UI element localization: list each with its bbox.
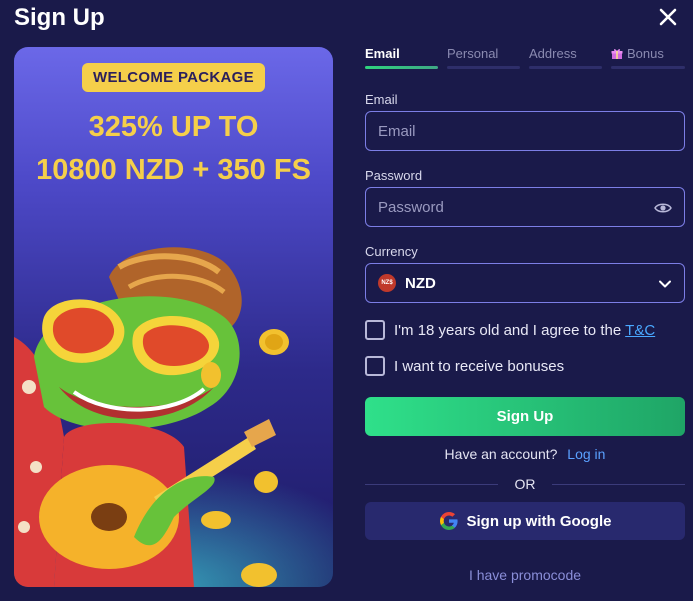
welcome-promo-panel: WELCOME PACKAGE 325% UP TO 10800 NZD + 3… [14, 47, 333, 587]
google-signup-button[interactable]: Sign up with Google [365, 502, 685, 540]
email-input[interactable] [378, 122, 638, 140]
or-divider: OR [365, 476, 685, 492]
sign-up-button[interactable]: Sign Up [365, 397, 685, 436]
modal-title: Sign Up [14, 4, 105, 31]
frog-guitar-illustration [14, 247, 333, 587]
receive-bonuses-checkbox[interactable] [365, 356, 385, 376]
login-link[interactable]: Log in [567, 446, 605, 462]
terms-link[interactable]: T&C [625, 322, 655, 339]
currency-select[interactable]: NZ$ NZD [365, 263, 685, 303]
password-field [365, 187, 685, 227]
email-field [365, 111, 685, 151]
chevron-down-icon [659, 280, 671, 288]
currency-label: Currency [365, 244, 418, 259]
tab-bonus-progress [611, 66, 685, 69]
promo-headline-line2: 10800 NZD + 350 FS [36, 154, 311, 186]
email-label: Email [365, 92, 398, 107]
registration-steps-tabs: Email Personal Address Bonus [365, 46, 685, 72]
have-account-row: Have an account? Log in [365, 446, 685, 462]
have-account-text: Have an account? [444, 446, 558, 462]
promo-headline-line1: 325% UP TO [88, 111, 259, 143]
google-logo-icon [439, 512, 458, 530]
gift-icon [611, 48, 623, 59]
tab-personal-progress [447, 66, 520, 69]
tab-address-progress [529, 66, 602, 69]
tab-personal[interactable]: Personal [447, 46, 498, 61]
nzd-flag-icon: NZ$ [378, 274, 396, 292]
age-terms-checkbox-row: I'm 18 years old and I agree to the T&C [365, 320, 655, 340]
tab-address[interactable]: Address [529, 46, 577, 61]
divider-line-right [552, 484, 685, 485]
age-terms-text: I'm 18 years old and I agree to the [394, 321, 622, 339]
receive-bonuses-text: I want to receive bonuses [394, 357, 565, 375]
bonus-checkbox-row: I want to receive bonuses [365, 356, 564, 376]
google-signup-label: Sign up with Google [466, 512, 612, 530]
tab-email[interactable]: Email [365, 46, 400, 61]
age-terms-checkbox[interactable] [365, 320, 385, 340]
password-label: Password [365, 168, 423, 183]
tab-bonus[interactable]: Bonus [611, 46, 664, 61]
show-password-eye-icon[interactable] [654, 199, 672, 217]
tab-email-progress [365, 66, 438, 69]
tab-bonus-label: Bonus [627, 46, 664, 61]
welcome-package-badge: WELCOME PACKAGE [82, 63, 265, 92]
password-input[interactable] [378, 198, 638, 216]
currency-selected-value: NZD [405, 274, 436, 292]
promocode-link[interactable]: I have promocode [365, 567, 685, 583]
close-icon[interactable] [655, 4, 681, 30]
